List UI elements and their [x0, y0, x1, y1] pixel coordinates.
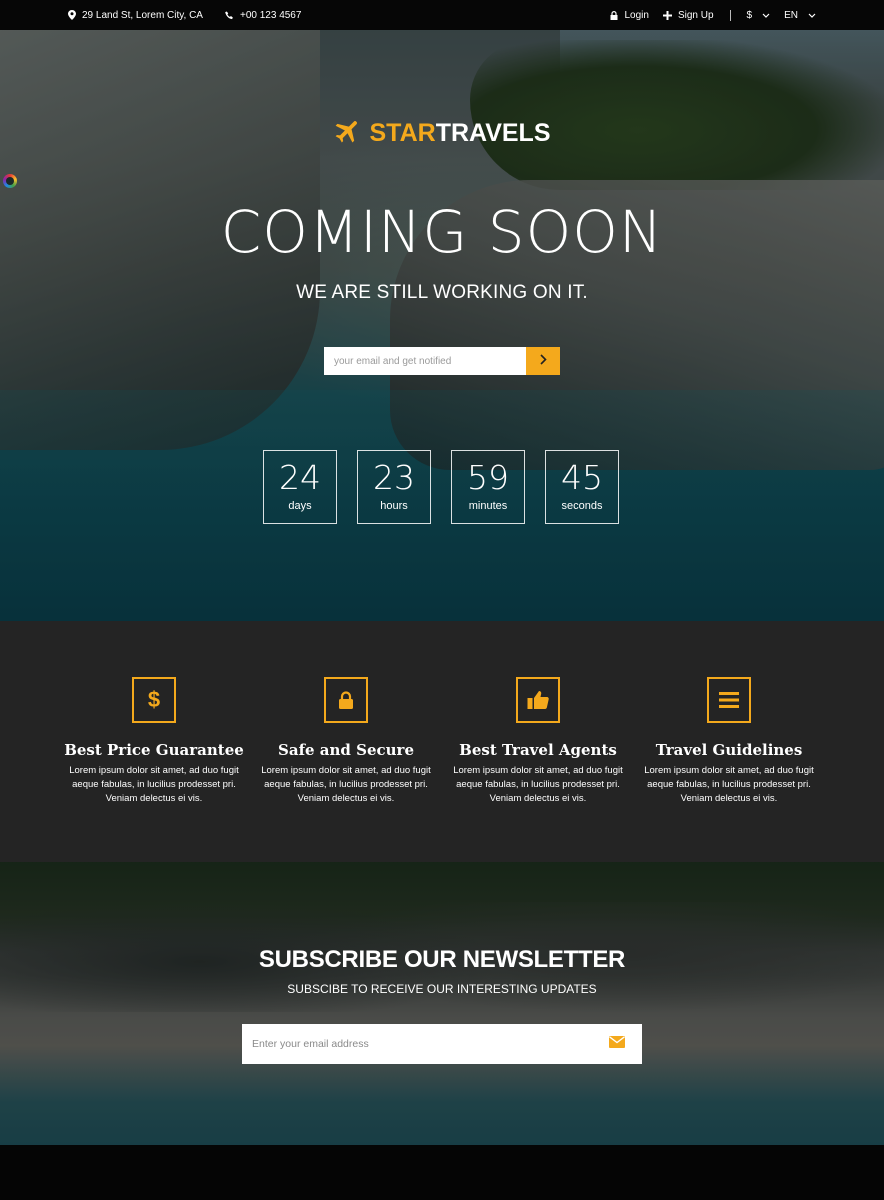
phone-icon	[225, 10, 234, 20]
svg-text:$: $	[148, 688, 160, 712]
feature-best-price: $ Best Price Guarantee Lorem ipsum dolor…	[59, 677, 249, 806]
countdown-value: 59	[467, 458, 509, 497]
airplane-icon	[333, 116, 363, 151]
dollar-icon: $	[132, 677, 176, 723]
language-dropdown[interactable]: EN	[784, 10, 816, 21]
top-bar: 29 Land St, Lorem City, CA +00 123 4567 …	[0, 0, 884, 30]
newsletter-title: SUBSCRIBE OUR NEWSLETTER	[258, 946, 626, 973]
color-switcher-icon[interactable]	[3, 174, 17, 188]
feature-title: Best Travel Agents	[459, 741, 617, 759]
countdown-days: 24 days	[263, 450, 337, 524]
notify-form	[324, 347, 560, 375]
feature-safe-secure: Safe and Secure Lorem ipsum dolor sit am…	[251, 677, 441, 806]
feature-travel-agents: Best Travel Agents Lorem ipsum dolor sit…	[443, 677, 633, 806]
feature-text: Lorem ipsum dolor sit amet, ad duo fugit…	[69, 765, 239, 804]
account-nav: Login Sign Up $ EN	[610, 0, 816, 30]
features-section: $ Best Price Guarantee Lorem ipsum dolor…	[0, 621, 884, 862]
logo-travels: TRAVELS	[435, 119, 551, 147]
chevron-right-icon	[539, 352, 547, 370]
contact-info: 29 Land St, Lorem City, CA +00 123 4567	[68, 0, 301, 30]
countdown-hours: 23 hours	[357, 450, 431, 524]
notify-submit-button[interactable]	[526, 347, 560, 375]
page-title: COMING SOON	[220, 198, 664, 266]
feature-title: Travel Guidelines	[655, 741, 803, 759]
countdown: 24 days 23 hours 59 minutes 45 seconds	[263, 450, 619, 524]
countdown-minutes: 59 minutes	[451, 450, 525, 524]
address: 29 Land St, Lorem City, CA	[68, 10, 203, 21]
tagline: WE ARE STILL WORKING ON IT.	[296, 282, 588, 303]
chevron-down-icon	[808, 13, 816, 18]
newsletter-overlay	[0, 862, 884, 1145]
divider	[729, 9, 731, 21]
language-value: EN	[784, 9, 798, 21]
site-logo[interactable]: STARTRAVELS	[0, 116, 884, 151]
newsletter-submit-button[interactable]	[592, 1024, 642, 1064]
hero-section: STARTRAVELS COMING SOON WE ARE STILL WOR…	[0, 30, 884, 621]
newsletter-section: SUBSCRIBE OUR NEWSLETTER SUBSCIBE TO REC…	[0, 862, 884, 1145]
chevron-down-icon	[762, 13, 770, 18]
feature-text: Lorem ipsum dolor sit amet, ad duo fugit…	[644, 765, 814, 804]
phone[interactable]: +00 123 4567	[225, 10, 301, 21]
logo-text: STARTRAVELS	[369, 119, 550, 148]
newsletter-form	[242, 1024, 642, 1064]
phone-text: +00 123 4567	[239, 9, 302, 21]
feature-text: Lorem ipsum dolor sit amet, ad duo fugit…	[453, 765, 623, 804]
signup-link[interactable]: Sign Up	[662, 9, 714, 21]
login-label: Login	[624, 9, 649, 21]
thumbs-up-icon	[516, 677, 560, 723]
envelope-icon	[609, 1035, 625, 1053]
countdown-label: seconds	[561, 500, 603, 512]
currency-value: $	[746, 9, 753, 21]
notify-email-input[interactable]	[324, 347, 526, 375]
newsletter-subtitle: SUBSCIBE TO RECEIVE OUR INTERESTING UPDA…	[287, 982, 597, 996]
countdown-seconds: 45 seconds	[545, 450, 619, 524]
countdown-label: minutes	[468, 500, 508, 512]
footer	[0, 1145, 884, 1200]
currency-dropdown[interactable]: $	[747, 10, 771, 21]
countdown-value: 23	[373, 458, 415, 497]
login-link[interactable]: Login	[610, 9, 649, 21]
lock-icon	[610, 10, 618, 20]
map-pin-icon	[68, 10, 76, 20]
plus-icon	[662, 10, 672, 20]
feature-title: Safe and Secure	[278, 741, 414, 759]
signup-label: Sign Up	[677, 9, 714, 21]
feature-title: Best Price Guarantee	[64, 741, 244, 759]
countdown-label: hours	[380, 500, 408, 512]
feature-text: Lorem ipsum dolor sit amet, ad duo fugit…	[261, 765, 431, 804]
logo-star: STAR	[369, 119, 436, 147]
newsletter-email-input[interactable]	[242, 1024, 592, 1064]
feature-guidelines: Travel Guidelines Lorem ipsum dolor sit …	[634, 677, 824, 806]
countdown-value: 24	[279, 458, 321, 497]
list-icon	[707, 677, 751, 723]
countdown-value: 45	[561, 458, 603, 497]
address-text: 29 Land St, Lorem City, CA	[82, 9, 203, 21]
lock-icon	[324, 677, 368, 723]
countdown-label: days	[288, 500, 312, 512]
